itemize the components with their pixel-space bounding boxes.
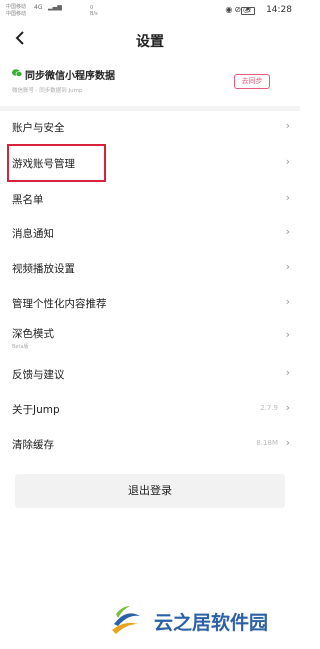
chevron-right-icon: ›: [285, 328, 290, 341]
carrier-label-1: 中国移动: [6, 4, 27, 10]
page-title: 设置: [136, 34, 164, 50]
chevron-right-icon: ›: [285, 401, 290, 414]
menu-item-label: 清除缓存: [12, 439, 54, 451]
chevron-right-icon: ›: [285, 366, 290, 379]
menu-item-account-security[interactable]: 账户与安全 ›: [0, 109, 300, 145]
carrier-label-2: 中国移动: [6, 11, 27, 17]
chevron-right-icon: ›: [285, 225, 290, 238]
menu-item-video-settings[interactable]: 视频播放设置 ›: [0, 250, 300, 286]
chevron-right-icon: ›: [285, 119, 290, 132]
signal-type-1: 4G: [34, 4, 43, 11]
chevron-right-icon: ›: [285, 191, 290, 204]
nav-bar: 设置: [0, 26, 300, 56]
menu-item-personalized-content[interactable]: 管理个性化内容推荐 ›: [0, 285, 300, 321]
version-value: 2.7.9: [260, 404, 278, 412]
cache-size-value: 8.18M: [256, 439, 278, 447]
sync-title: 同步微信小程序数据: [25, 71, 115, 82]
menu-item-label: 管理个性化内容推荐: [12, 298, 107, 310]
beta-badge: Beta版: [12, 344, 29, 350]
sync-subtitle: 微信账号 · 同步数据到 Jump: [12, 88, 83, 94]
menu-item-dark-mode[interactable]: 深色模式 Beta版 ›: [0, 320, 300, 356]
status-time: 14:28: [266, 5, 292, 15]
menu-item-label: 黑名单: [12, 194, 44, 206]
menu-item-label: 关于Jump: [12, 404, 60, 416]
wechat-icon: [12, 69, 22, 77]
highlight-box: [7, 144, 106, 182]
wechat-sync-section: 同步微信小程序数据 微信账号 · 同步数据到 Jump 去同步: [0, 62, 300, 102]
menu-item-label: 视频播放设置: [12, 263, 75, 275]
signal-bars-icon: ▂▄▆: [48, 4, 62, 11]
watermark-logo-icon: [112, 606, 140, 634]
go-sync-button[interactable]: 去同步: [234, 74, 270, 89]
menu-item-label: 反馈与建议: [12, 369, 65, 381]
chevron-right-icon: ›: [285, 436, 290, 449]
menu-item-clear-cache[interactable]: 清除缓存 8.18M ›: [0, 426, 300, 462]
chevron-right-icon: ›: [285, 295, 290, 308]
menu-item-feedback[interactable]: 反馈与建议 ›: [0, 356, 300, 392]
status-bar: 中国移动 中国移动 4G ▂▄▆ 0 B/s ◉⊘◔ 42 14:28: [0, 0, 300, 22]
net-speed: 0 B/s: [90, 5, 98, 17]
menu-item-label: 消息通知: [12, 228, 54, 240]
menu-item-notifications[interactable]: 消息通知 ›: [0, 215, 300, 251]
battery-icon: 42: [241, 7, 255, 15]
menu-item-about[interactable]: 关于Jump 2.7.9 ›: [0, 391, 300, 427]
chevron-right-icon: ›: [285, 260, 290, 273]
logout-button[interactable]: 退出登录: [15, 474, 285, 508]
menu-item-blacklist[interactable]: 黑名单 ›: [0, 181, 300, 217]
watermark-text: 云之居软件园: [154, 612, 269, 634]
net-speed-unit: B/s: [90, 11, 98, 17]
menu-item-label: 深色模式: [12, 328, 54, 340]
eye-icon: ◉: [225, 5, 235, 14]
chevron-right-icon: ›: [285, 155, 290, 168]
menu-item-label: 账户与安全: [12, 122, 65, 134]
